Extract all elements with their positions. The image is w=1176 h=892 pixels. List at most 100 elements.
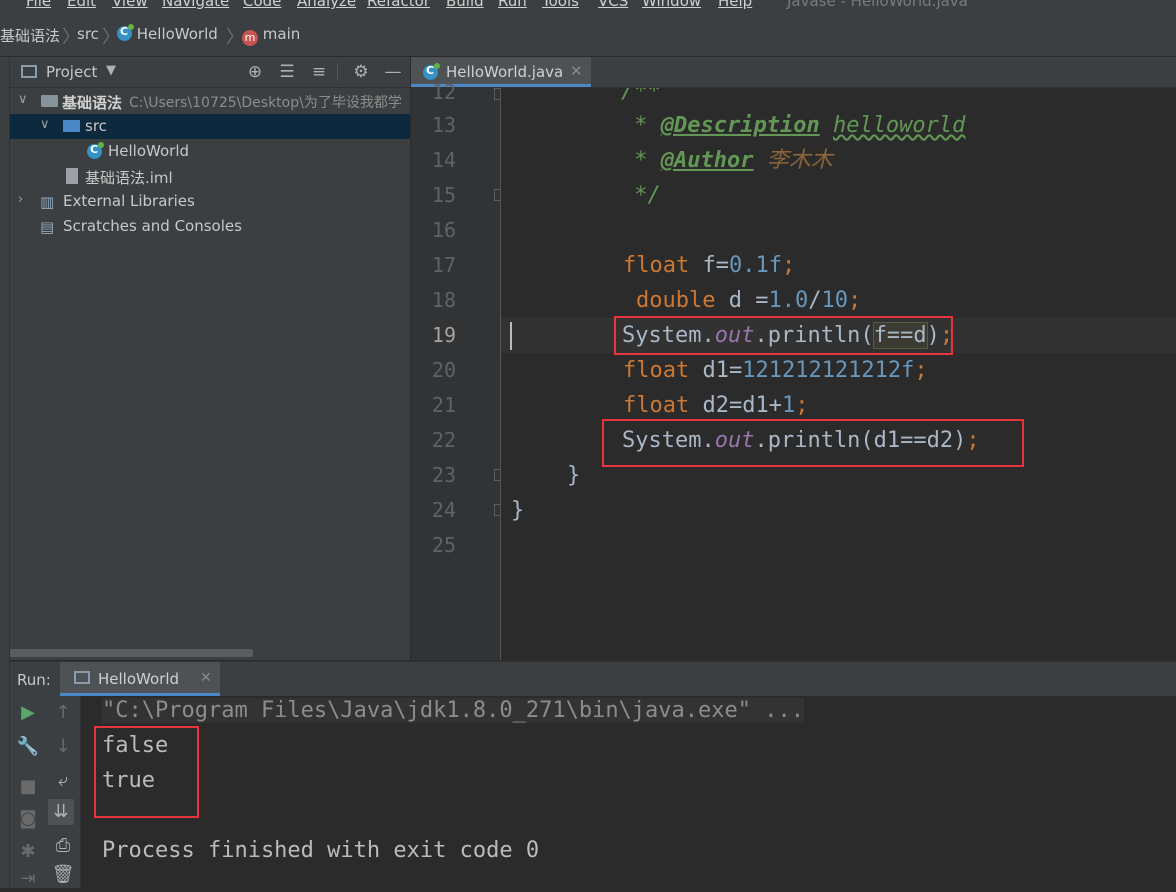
window-title: Javase - HelloWorld.java (787, 0, 968, 10)
expand-all-icon[interactable]: ☰ (276, 61, 298, 83)
menu-build[interactable]: Build (446, 0, 484, 10)
minimize-icon[interactable]: — (382, 61, 404, 83)
breadcrumb-method-label: main (262, 25, 301, 43)
code-line-24: } (511, 498, 525, 523)
scroll-to-end-icon[interactable]: ⇊ (48, 799, 74, 825)
folder-icon (41, 95, 58, 107)
menu-view[interactable]: View (112, 0, 148, 10)
line-number: 20 (431, 358, 456, 382)
console-icon (74, 671, 90, 684)
code-line-21: float d2=d1+1; (623, 393, 809, 418)
code-line-20: float d1=121212121212f; (623, 358, 928, 383)
breadcrumb: 基础语法 〉 src 〉 HelloWorld 〉 m main (0, 14, 1176, 57)
tree-item-helloworld[interactable]: HelloWorld (10, 139, 410, 164)
stop-icon[interactable]: ■ (15, 774, 41, 800)
tree-item-scratches[interactable]: ▤ Scratches and Consoles (10, 214, 410, 239)
close-icon[interactable]: ✕ (200, 670, 212, 686)
java-class-icon (117, 24, 134, 41)
menu-tools[interactable]: Tools (542, 0, 579, 10)
tree-item-label: src (85, 117, 107, 135)
console-exit-message: Process finished with exit code 0 (102, 838, 540, 863)
menu-refactor[interactable]: Refactor (367, 0, 430, 10)
menu-navigate[interactable]: Navigate (162, 0, 229, 10)
menu-bar: File Edit View Navigate Code Analyze Ref… (0, 0, 1176, 14)
breadcrumb-project[interactable]: 基础语法 (0, 25, 60, 46)
line-number: 16 (431, 218, 456, 242)
run-panel-header: Run: HelloWorld ✕ (10, 661, 1176, 696)
scratches-icon: ▤ (40, 218, 55, 236)
code-line-23: } (567, 463, 581, 488)
line-number-current: 19 (431, 323, 456, 347)
camera-icon[interactable]: ◙ (15, 806, 41, 832)
tree-item-project-root[interactable]: ∨ 基础语法 C:\Users\10725\Desktop\为了毕设我都学 (10, 89, 410, 114)
editor-gutter: 12 13 14 15 16 17 18 19 20 21 22 23 24 2… (411, 80, 506, 660)
tab-label: HelloWorld.java (446, 63, 564, 81)
breadcrumb-class[interactable]: HelloWorld (117, 24, 218, 43)
chevron-down-icon[interactable]: ▼ (106, 63, 116, 78)
line-number: 12 (431, 80, 456, 104)
collapse-all-icon[interactable]: ≡ (308, 61, 330, 83)
project-view-icon (21, 65, 37, 78)
run-tab-label: HelloWorld (98, 670, 180, 688)
breadcrumb-method[interactable]: m main (242, 25, 300, 46)
run-panel-label: Run: (17, 671, 51, 689)
tree-item-external-libraries[interactable]: › ▥ External Libraries (10, 189, 410, 214)
chevron-right-icon[interactable]: › (18, 192, 23, 207)
trash-icon[interactable]: 🗑 (50, 862, 76, 888)
menu-window[interactable]: Window (642, 0, 701, 10)
left-tool-strip[interactable] (0, 57, 10, 888)
project-view-title[interactable]: Project (46, 63, 97, 81)
line-number: 21 (431, 393, 456, 417)
breadcrumb-class-label: HelloWorld (136, 25, 218, 43)
tree-item-src[interactable]: ∨ src (10, 114, 410, 139)
menu-analyze[interactable]: Analyze (297, 0, 356, 10)
line-number: 24 (431, 498, 456, 522)
project-panel-header: Project ▼ ⊕ ☰ ≡ ⚙ — (10, 57, 410, 88)
run-tab-helloworld[interactable]: HelloWorld ✕ (60, 662, 220, 696)
wrench-icon[interactable]: 🔧 (15, 734, 41, 760)
module-file-icon (66, 168, 78, 184)
exit-icon[interactable]: ⇥ (15, 866, 41, 892)
soft-wrap-icon[interactable]: ⤶ (50, 768, 76, 794)
close-icon[interactable]: ✕ (570, 62, 583, 80)
rerun-icon[interactable]: ▶ (15, 700, 41, 726)
line-number: 14 (431, 148, 456, 172)
text-caret (510, 322, 512, 350)
breadcrumb-src[interactable]: src (77, 25, 99, 43)
up-arrow-icon[interactable]: ↑ (50, 700, 76, 726)
menu-file[interactable]: File (26, 0, 51, 10)
java-class-icon (87, 142, 104, 161)
run-console[interactable]: "C:\Program Files\Java\jdk1.8.0_271\bin\… (81, 696, 1176, 888)
horizontal-scrollbar[interactable] (10, 649, 253, 657)
menu-vcs[interactable]: VCS (598, 0, 628, 10)
console-command: "C:\Program Files\Java\jdk1.8.0_271\bin\… (102, 698, 804, 723)
menu-run[interactable]: Run (498, 0, 527, 10)
line-number: 13 (431, 113, 456, 137)
tree-item-label: 基础语法.iml (85, 169, 173, 187)
line-number: 23 (431, 463, 456, 487)
line-number: 15 (431, 183, 456, 207)
editor-tab-bar: HelloWorld.java ✕ (411, 57, 1176, 88)
debug-icon[interactable]: ✱ (15, 839, 41, 865)
menu-code[interactable]: Code (243, 0, 281, 10)
down-arrow-icon[interactable]: ↓ (50, 734, 76, 760)
tree-item-label: Scratches and Consoles (63, 217, 242, 235)
tree-item-label: 基础语法 (62, 94, 123, 112)
line-number: 25 (431, 533, 456, 557)
code-line-13: * @Description helloworld (621, 113, 966, 138)
code-editor[interactable]: /** * @Description helloworld * @Author … (501, 88, 1176, 660)
print-icon[interactable]: ⎙ (50, 833, 76, 859)
menu-edit[interactable]: Edit (67, 0, 96, 10)
line-number: 22 (431, 428, 456, 452)
code-line-12: /** (621, 88, 661, 104)
code-line-17: float f=0.1f; (623, 253, 796, 278)
menu-help[interactable]: Help (718, 0, 752, 10)
tree-item-iml[interactable]: 基础语法.iml (10, 164, 410, 189)
chevron-down-icon[interactable]: ∨ (18, 92, 28, 107)
tree-item-label: External Libraries (63, 192, 195, 210)
code-line-18: double d =1.0/10; (636, 288, 862, 313)
code-line-14: * @Author 李木木 (621, 148, 833, 173)
locate-icon[interactable]: ⊕ (244, 61, 266, 83)
chevron-down-icon[interactable]: ∨ (40, 117, 50, 132)
gear-icon[interactable]: ⚙ (350, 61, 372, 83)
